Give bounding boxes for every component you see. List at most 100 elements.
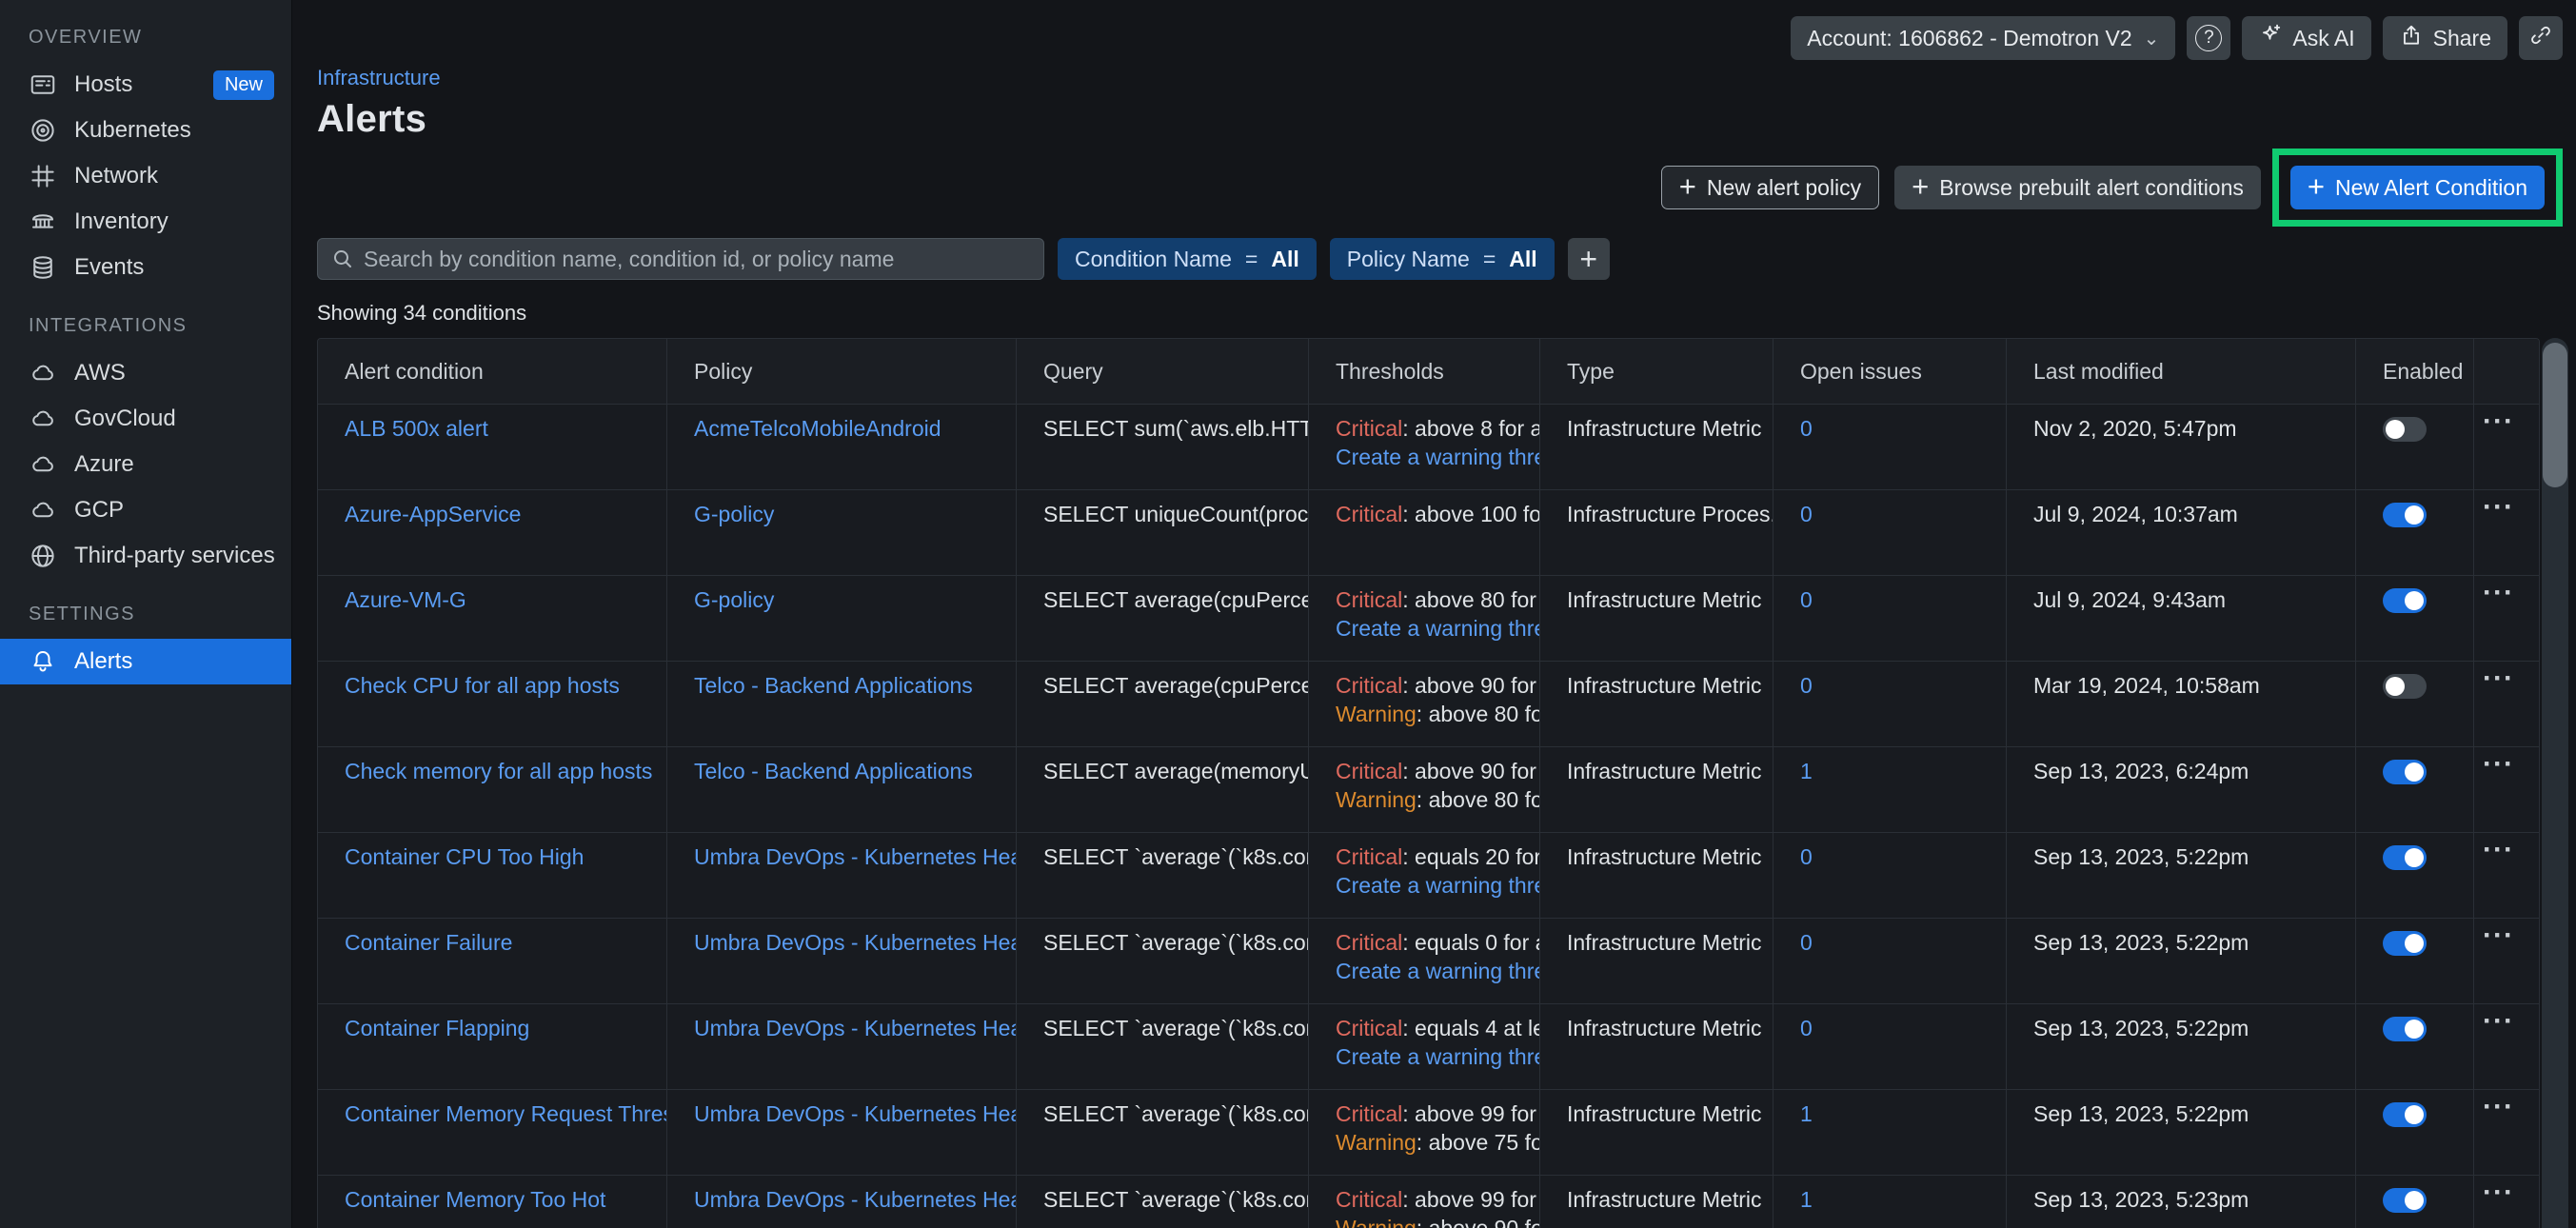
column-header-type: Type	[1539, 339, 1773, 404]
warning-threshold-label: Warning	[1336, 1130, 1417, 1155]
thresholds-cell: Critical: above 99 for at le Warning: ab…	[1308, 1176, 1539, 1228]
critical-threshold-label: Critical	[1336, 673, 1403, 698]
filter-row: Condition Name=All Policy Name=All +	[317, 238, 2563, 280]
last-modified-cell: Nov 2, 2020, 5:47pm	[2006, 405, 2355, 489]
condition-name-link[interactable]: Azure-AppService	[345, 502, 521, 526]
add-filter-button[interactable]: +	[1567, 238, 1610, 280]
enabled-toggle[interactable]	[2383, 1102, 2427, 1127]
open-issues-link[interactable]: 1	[1800, 759, 1813, 783]
row-actions-button[interactable]: ···	[2483, 1091, 2514, 1122]
new-alert-policy-button[interactable]: + New alert policy	[1660, 166, 1880, 209]
new-alert-condition-button[interactable]: + New Alert Condition	[2289, 166, 2545, 209]
create-warning-threshold-link[interactable]: Create a warning threshol	[1336, 873, 1539, 898]
content: Infrastructure Alerts + New alert policy…	[292, 60, 2576, 1228]
row-actions-button[interactable]: ···	[2483, 663, 2514, 694]
condition-name-link[interactable]: ALB 500x alert	[345, 416, 488, 441]
enabled-toggle[interactable]	[2383, 931, 2427, 956]
policy-link[interactable]: Telco - Backend Applications	[694, 759, 973, 783]
share-button[interactable]: Share	[2382, 16, 2507, 60]
breadcrumb[interactable]: Infrastructure	[317, 66, 441, 90]
policy-link[interactable]: G-policy	[694, 587, 774, 612]
condition-name-link[interactable]: Container Flapping	[345, 1016, 529, 1040]
condition-name-link[interactable]: Check memory for all app hosts	[345, 759, 652, 783]
permalink-button[interactable]	[2519, 16, 2563, 60]
sidebar-item-third-party-services[interactable]: Third-party services	[0, 533, 291, 579]
open-issues-link[interactable]: 0	[1800, 502, 1813, 526]
sidebar-item-inventory[interactable]: Inventory	[0, 199, 291, 245]
table-row: Container Flapping Umbra DevOps - Kubern…	[318, 1003, 2539, 1089]
condition-name-link[interactable]: Container CPU Too High	[345, 844, 584, 869]
query-cell: SELECT average(cpuPercen...	[1016, 576, 1308, 661]
enabled-toggle[interactable]	[2383, 845, 2427, 870]
create-warning-threshold-link[interactable]: Create a warning threshol	[1336, 445, 1539, 469]
table-row: Container Failure Umbra DevOps - Kuberne…	[318, 918, 2539, 1003]
column-header-policy: Policy	[666, 339, 1016, 404]
row-actions-button[interactable]: ···	[2483, 834, 2514, 865]
thresholds-cell: Critical: equals 20 for at le Create a w…	[1308, 833, 1539, 918]
row-actions-button[interactable]: ···	[2483, 406, 2514, 437]
sidebar-item-alerts[interactable]: Alerts	[0, 639, 291, 684]
policy-link[interactable]: Umbra DevOps - Kubernetes Health	[694, 1187, 1016, 1212]
policy-link[interactable]: Umbra DevOps - Kubernetes Health	[694, 844, 1016, 869]
browse-prebuilt-conditions-button[interactable]: + Browse prebuilt alert conditions	[1894, 166, 2261, 209]
row-actions-button[interactable]: ···	[2483, 748, 2514, 780]
create-warning-threshold-link[interactable]: Create a warning threshol	[1336, 616, 1539, 641]
enabled-toggle[interactable]	[2383, 674, 2427, 699]
ask-ai-button[interactable]: Ask AI	[2242, 16, 2371, 60]
row-actions-button[interactable]: ···	[2483, 1005, 2514, 1037]
condition-name-link[interactable]: Azure-VM-G	[345, 587, 466, 612]
sidebar-item-network[interactable]: Network	[0, 153, 291, 199]
open-issues-link[interactable]: 0	[1800, 930, 1813, 955]
row-actions-button[interactable]: ···	[2483, 920, 2514, 951]
enabled-toggle[interactable]	[2383, 1017, 2427, 1041]
open-issues-link[interactable]: 0	[1800, 416, 1813, 441]
filter-chip-policy-name[interactable]: Policy Name = All	[1329, 238, 1555, 280]
open-issues-link[interactable]: 0	[1800, 1016, 1813, 1040]
condition-name-link[interactable]: Container Memory Request Thresh...	[345, 1101, 666, 1126]
search-input[interactable]	[364, 246, 1030, 272]
policy-link[interactable]: AcmeTelcoMobileAndroid	[694, 416, 941, 441]
row-actions-button[interactable]: ···	[2483, 1177, 2514, 1208]
sidebar-item-aws[interactable]: AWS	[0, 350, 291, 396]
column-header-actions	[2473, 339, 2539, 404]
row-actions-button[interactable]: ···	[2483, 577, 2514, 608]
enabled-toggle[interactable]	[2383, 417, 2427, 442]
sidebar-item-hosts[interactable]: Hosts New	[0, 62, 291, 108]
enabled-toggle[interactable]	[2383, 588, 2427, 613]
create-warning-threshold-link[interactable]: Create a warning threshol	[1336, 1044, 1539, 1069]
condition-name-link[interactable]: Container Memory Too Hot	[345, 1187, 605, 1212]
policy-link[interactable]: Umbra DevOps - Kubernetes Health	[694, 930, 1016, 955]
condition-name-link[interactable]: Container Failure	[345, 930, 512, 955]
sidebar-item-azure[interactable]: Azure	[0, 442, 291, 487]
account-dropdown[interactable]: Account: 1606862 - Demotron V2 ⌄	[1791, 16, 2176, 60]
enabled-toggle[interactable]	[2383, 760, 2427, 784]
open-issues-link[interactable]: 1	[1800, 1187, 1813, 1212]
sidebar-item-gcp[interactable]: GCP	[0, 487, 291, 533]
open-issues-link[interactable]: 0	[1800, 673, 1813, 698]
help-button[interactable]: ?	[2187, 16, 2231, 60]
scrollbar-thumb[interactable]	[2543, 343, 2567, 487]
enabled-toggle[interactable]	[2383, 1188, 2427, 1213]
create-warning-threshold-link[interactable]: Create a warning threshol	[1336, 959, 1539, 983]
sidebar-item-govcloud[interactable]: GovCloud	[0, 396, 291, 442]
filter-chip-condition-name[interactable]: Condition Name = All	[1058, 238, 1317, 280]
actions-row: + New alert policy + Browse prebuilt ale…	[317, 147, 2563, 228]
open-issues-link[interactable]: 0	[1800, 844, 1813, 869]
column-header-open-issues: Open issues	[1773, 339, 2006, 404]
row-actions-button[interactable]: ···	[2483, 491, 2514, 523]
query-cell: SELECT sum(`aws.elb.HTTP...	[1016, 405, 1308, 489]
sidebar-item-events[interactable]: Events	[0, 245, 291, 290]
sidebar-item-label: AWS	[74, 360, 126, 386]
open-issues-link[interactable]: 1	[1800, 1101, 1813, 1126]
open-issues-link[interactable]: 0	[1800, 587, 1813, 612]
condition-name-link[interactable]: Check CPU for all app hosts	[345, 673, 620, 698]
enabled-toggle[interactable]	[2383, 503, 2427, 527]
section-label-integrations: INTEGRATIONS	[29, 315, 188, 336]
policy-link[interactable]: G-policy	[694, 502, 774, 526]
sidebar-item-label: GCP	[74, 497, 125, 523]
policy-link[interactable]: Telco - Backend Applications	[694, 673, 973, 698]
policy-link[interactable]: Umbra DevOps - Kubernetes Health	[694, 1101, 1016, 1126]
policy-link[interactable]: Umbra DevOps - Kubernetes Health	[694, 1016, 1016, 1040]
sidebar: OVERVIEW Hosts New Kubernetes Network Invento…	[0, 0, 292, 1228]
sidebar-item-kubernetes[interactable]: Kubernetes	[0, 108, 291, 153]
